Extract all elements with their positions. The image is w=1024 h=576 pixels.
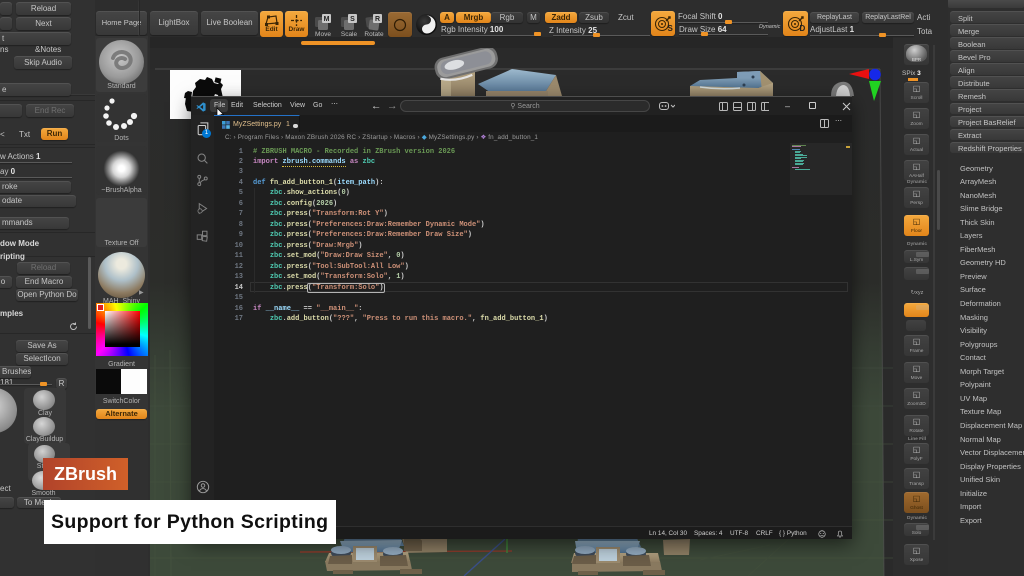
svg-text:S: S <box>350 16 355 23</box>
svg-text:R: R <box>375 16 380 23</box>
svg-text:S: S <box>668 24 674 33</box>
svg-text:M: M <box>324 16 330 23</box>
svg-text:D: D <box>799 24 805 33</box>
